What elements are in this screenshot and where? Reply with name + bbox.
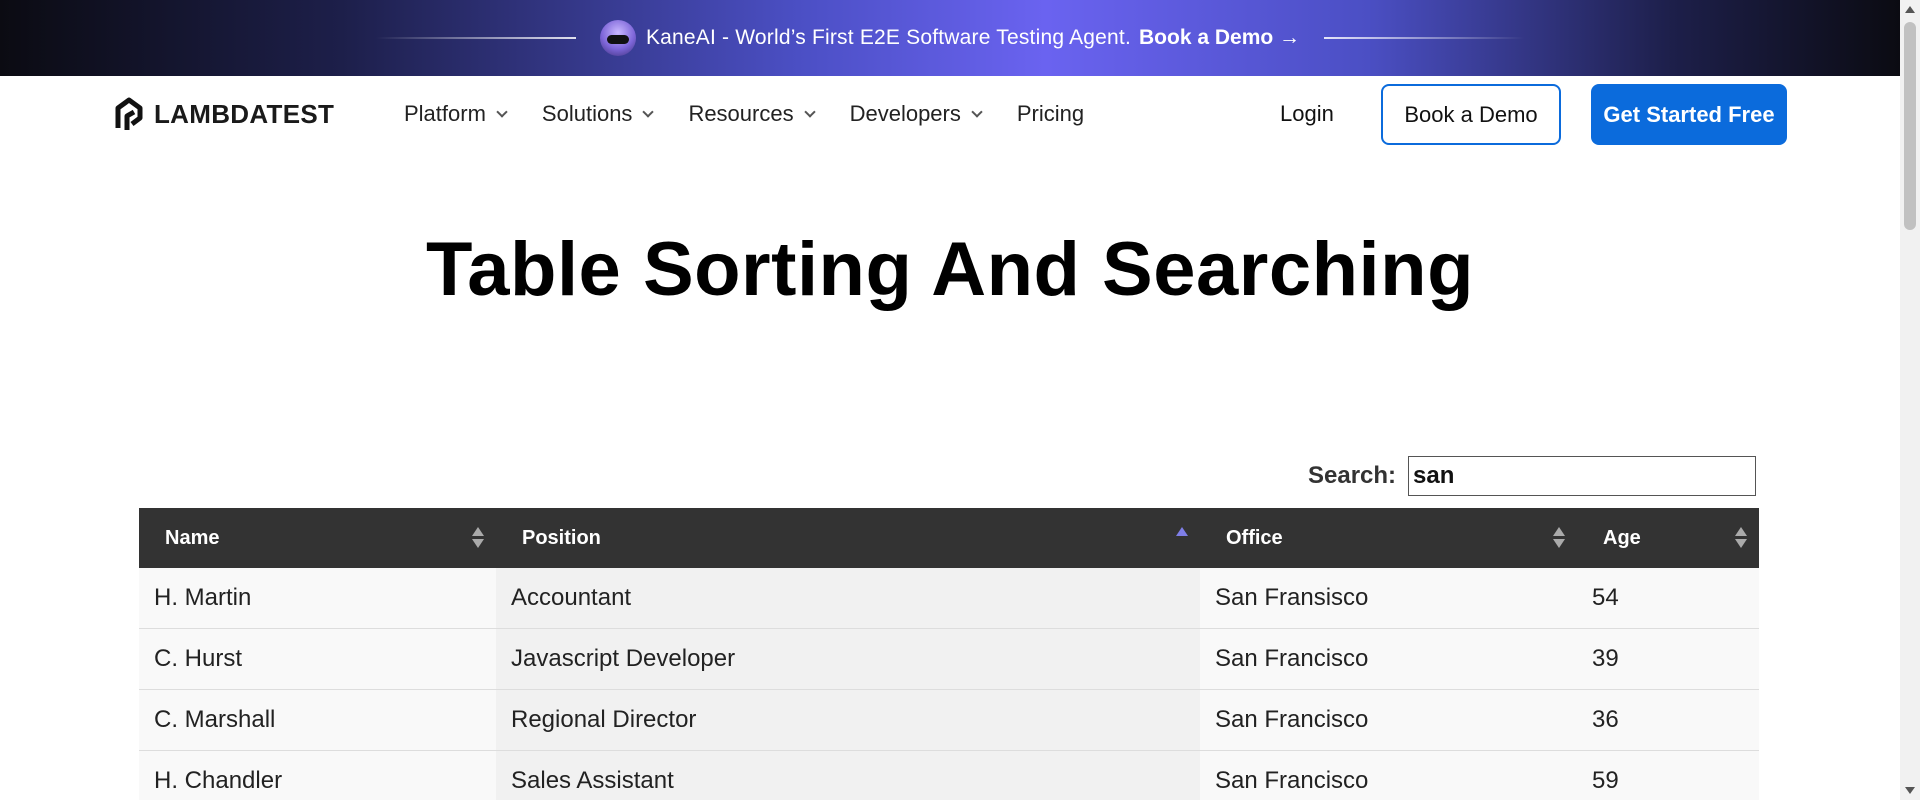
cell-age: 39 — [1577, 629, 1759, 689]
lambdatest-logo[interactable]: LAMBDATEST — [110, 94, 334, 134]
column-header-position[interactable]: Position — [496, 508, 1200, 568]
cell-age: 59 — [1577, 751, 1759, 800]
chevron-down-icon — [496, 105, 508, 118]
column-header-name[interactable]: Name — [139, 508, 496, 568]
page-scrollbar[interactable] — [1900, 0, 1920, 800]
page-title: Table Sorting And Searching — [425, 227, 1475, 312]
kaneai-avatar-icon — [599, 20, 636, 56]
promo-banner[interactable]: KaneAI - World’s First E2E Software Test… — [0, 0, 1900, 76]
login-link[interactable]: Login — [1280, 76, 1334, 152]
sort-icon — [472, 527, 484, 549]
menu-item-solutions[interactable]: Solutions — [541, 101, 655, 127]
top-nav: LAMBDATEST Platform Solutions Resources … — [0, 76, 1900, 152]
logo-wordmark: LAMBDATEST — [154, 98, 335, 129]
table-row: C. Marshall Regional Director San Franci… — [139, 690, 1759, 751]
scroll-down-arrow-icon[interactable] — [1905, 787, 1915, 794]
menu-item-label: Developers — [849, 101, 961, 126]
menu-item-resources[interactable]: Resources — [688, 101, 816, 127]
lambdatest-logo-icon — [110, 94, 148, 134]
column-header-label: Name — [165, 526, 220, 549]
cell-position: Regional Director — [496, 690, 1200, 750]
chevron-down-icon — [803, 105, 816, 118]
menu-item-label: Resources — [688, 101, 794, 126]
scrollbar-thumb[interactable] — [1904, 22, 1916, 230]
cell-office: San Francisco — [1200, 751, 1577, 800]
menu-item-label: Platform — [404, 101, 486, 126]
table-row: H. Martin Accountant San Fransisco 54 — [139, 568, 1759, 629]
sort-ascending-icon — [1176, 527, 1188, 549]
scroll-up-arrow-icon[interactable] — [1905, 6, 1915, 13]
search-label: Search: — [1308, 462, 1397, 489]
chevron-down-icon — [642, 105, 655, 118]
cell-age: 54 — [1577, 568, 1759, 628]
chevron-down-icon — [971, 105, 983, 118]
menu-item-pricing[interactable]: Pricing — [1017, 101, 1084, 127]
table-header: Name Position Office Age — [139, 508, 1759, 568]
cell-position: Sales Assistant — [496, 751, 1200, 800]
cell-office: San Francisco — [1200, 629, 1577, 689]
table-row: H. Chandler Sales Assistant San Francisc… — [139, 751, 1759, 800]
cell-position: Javascript Developer — [496, 629, 1200, 689]
sort-icon — [1553, 527, 1565, 549]
column-header-label: Office — [1226, 526, 1283, 549]
column-header-office[interactable]: Office — [1200, 508, 1577, 568]
menu-item-label: Solutions — [541, 101, 633, 126]
promo-divider-right — [1324, 37, 1525, 39]
menu-item-developers[interactable]: Developers — [849, 101, 983, 127]
column-header-age[interactable]: Age — [1577, 508, 1759, 568]
cell-name: H. Chandler — [139, 751, 496, 800]
cell-name: C. Hurst — [139, 629, 496, 689]
promo-text: KaneAI - World’s First E2E Software Test… — [645, 26, 1132, 49]
table-row: C. Hurst Javascript Developer San Franci… — [139, 629, 1759, 690]
book-demo-button[interactable]: Book a Demo — [1381, 84, 1561, 145]
menu-item-platform[interactable]: Platform — [404, 101, 508, 127]
data-table: Name Position Office Age H. Martin Accou… — [139, 508, 1759, 800]
promo-divider-left — [375, 37, 576, 39]
table-search: Search: — [1308, 456, 1757, 496]
cell-name: H. Martin — [139, 568, 496, 628]
menu-item-label: Pricing — [1016, 101, 1085, 126]
promo-content[interactable]: KaneAI - World’s First E2E Software Test… — [599, 20, 1300, 56]
column-header-label: Age — [1603, 526, 1641, 549]
sort-icon — [1735, 527, 1747, 549]
promo-book-demo-link[interactable]: Book a Demo → — [1139, 26, 1300, 50]
column-header-label: Position — [522, 526, 601, 549]
search-input[interactable] — [1408, 456, 1757, 496]
cell-office: San Fransisco — [1200, 568, 1577, 628]
cell-position: Accountant — [496, 568, 1200, 628]
main-menu: Platform Solutions Resources Developers … — [404, 76, 1120, 152]
get-started-free-button[interactable]: Get Started Free — [1591, 84, 1787, 145]
cell-name: C. Marshall — [139, 690, 496, 750]
viewport: KaneAI - World’s First E2E Software Test… — [0, 0, 1920, 800]
cell-office: San Francisco — [1200, 690, 1577, 750]
cell-age: 36 — [1577, 690, 1759, 750]
